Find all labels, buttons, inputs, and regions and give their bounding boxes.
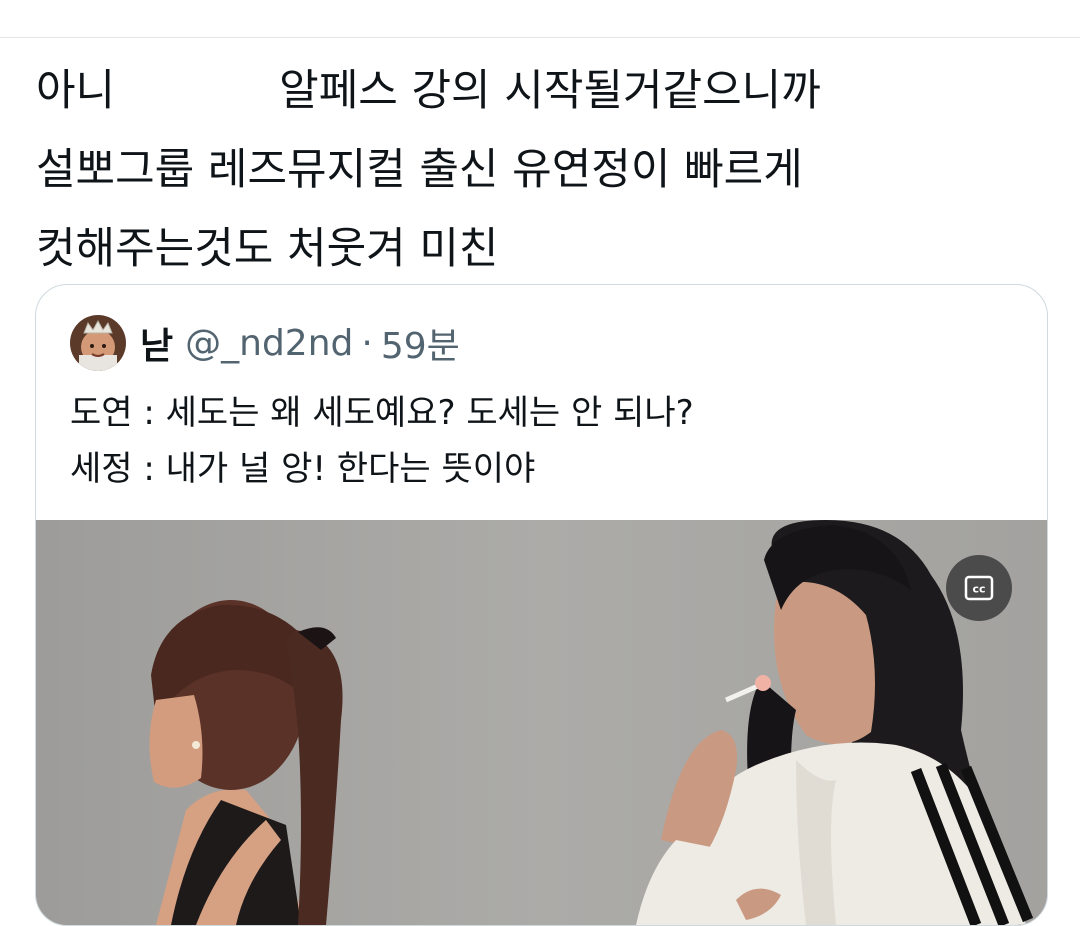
top-divider xyxy=(0,37,1080,38)
quoted-display-name[interactable]: 낟 xyxy=(140,317,173,369)
quoted-video-media[interactable]: cc xyxy=(36,520,1047,925)
video-frame xyxy=(36,520,1047,925)
tweet-text-line: 설뽀그룹 레즈뮤지컬 출신 유연정이 빠르게 xyxy=(36,145,803,195)
tweet-text-line: 아니 알페스 강의 시작될거같으니까 xyxy=(36,66,821,116)
separator-dot: · xyxy=(361,322,373,364)
quoted-tweet-card[interactable]: 낟 @_nd2nd · 59분 도연 : 세도는 왜 세도예요? 도세는 안 되… xyxy=(35,284,1048,926)
closed-captions-icon: cc xyxy=(964,575,994,601)
tweet-text-line: 컷해주는것도 처웃겨 미친 xyxy=(36,224,499,274)
tweet-text: 아니 알페스 강의 시작될거같으니까 설뽀그룹 레즈뮤지컬 출신 유연정이 빠르… xyxy=(36,52,1046,289)
quoted-tweet-text: 도연 : 세도는 왜 세도예요? 도세는 안 되나? 세정 : 내가 널 앙! … xyxy=(70,385,1010,497)
quoted-timestamp[interactable]: 59분 xyxy=(381,317,460,369)
quoted-text-line: 도연 : 세도는 왜 세도예요? 도세는 안 되나? xyxy=(70,393,694,433)
quoted-tweet-header: 낟 @_nd2nd · 59분 xyxy=(70,313,460,373)
closed-captions-button[interactable]: cc xyxy=(946,555,1012,621)
svg-text:cc: cc xyxy=(972,583,985,596)
quoted-text-line: 세정 : 내가 널 앙! 한다는 뜻이야 xyxy=(70,449,536,489)
quoted-handle[interactable]: @_nd2nd xyxy=(185,323,353,364)
avatar-photo-icon[interactable] xyxy=(70,315,126,371)
